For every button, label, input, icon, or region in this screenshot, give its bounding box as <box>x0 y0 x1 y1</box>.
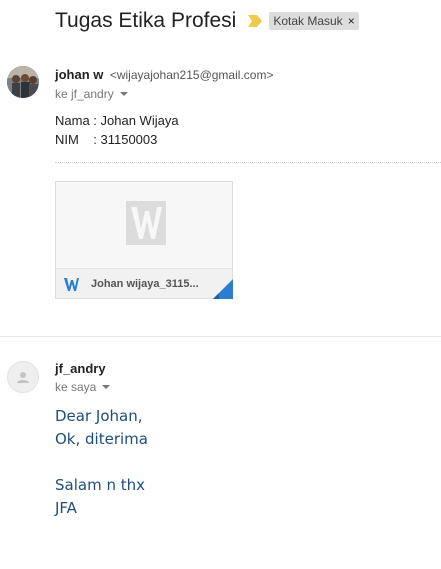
thread-header: Tugas Etika Profesi Kotak Masuk × <box>55 6 359 36</box>
label-chip-text: Kotak Masuk <box>273 14 343 28</box>
body-line: Ok, diterima <box>55 430 148 448</box>
body-line <box>55 451 148 474</box>
attachment-corner-fold <box>213 279 233 299</box>
attachments-separator <box>55 162 441 163</box>
body-line: NIM : 31150003 <box>55 132 158 147</box>
thread-subject: Tugas Etika Profesi <box>55 9 237 32</box>
attachment-footer: Johan wijaya_3115... <box>56 268 232 298</box>
avatar[interactable] <box>7 361 39 393</box>
message-2-sender: jf_andry <box>55 360 106 378</box>
default-person-icon <box>17 372 29 383</box>
body-line: Salam n thx <box>55 476 145 494</box>
recipient-details-toggle[interactable]: ke jf_andry <box>55 87 128 101</box>
attachment-card[interactable]: Johan wijaya_3115... <box>55 181 233 299</box>
attachment-preview <box>56 182 232 268</box>
remove-label-icon[interactable]: × <box>348 14 355 28</box>
chevron-down-icon <box>119 92 128 96</box>
message-2-body: Dear Johan, Ok, diterima Salam n thx JFA <box>55 405 148 520</box>
sender-name[interactable]: johan w <box>55 67 103 82</box>
body-line: Nama : Johan Wijaya <box>55 113 179 128</box>
label-chip-inbox: Kotak Masuk × <box>269 12 359 30</box>
body-line: JFA <box>55 499 77 517</box>
message-1-body: Nama : Johan Wijaya NIM : 31150003 <box>55 111 179 149</box>
word-doc-icon <box>64 278 79 291</box>
avatar[interactable] <box>7 66 39 98</box>
importance-marker-icon[interactable] <box>248 15 263 27</box>
sender-name[interactable]: jf_andry <box>55 361 106 376</box>
body-line: Dear Johan, <box>55 407 143 425</box>
message-divider <box>0 336 441 337</box>
word-doc-watermark-icon <box>126 201 166 245</box>
chevron-down-icon <box>102 385 111 389</box>
sender-email: <wijayajohan215@gmail.com> <box>109 68 274 82</box>
recipient-text: ke saya <box>55 380 97 394</box>
recipient-details-toggle[interactable]: ke saya <box>55 380 111 394</box>
recipient-text: ke jf_andry <box>55 87 114 101</box>
message-1-sender: johan w <wijayajohan215@gmail.com> <box>55 66 273 84</box>
attachment-filename: Johan wijaya_3115... <box>91 278 199 290</box>
